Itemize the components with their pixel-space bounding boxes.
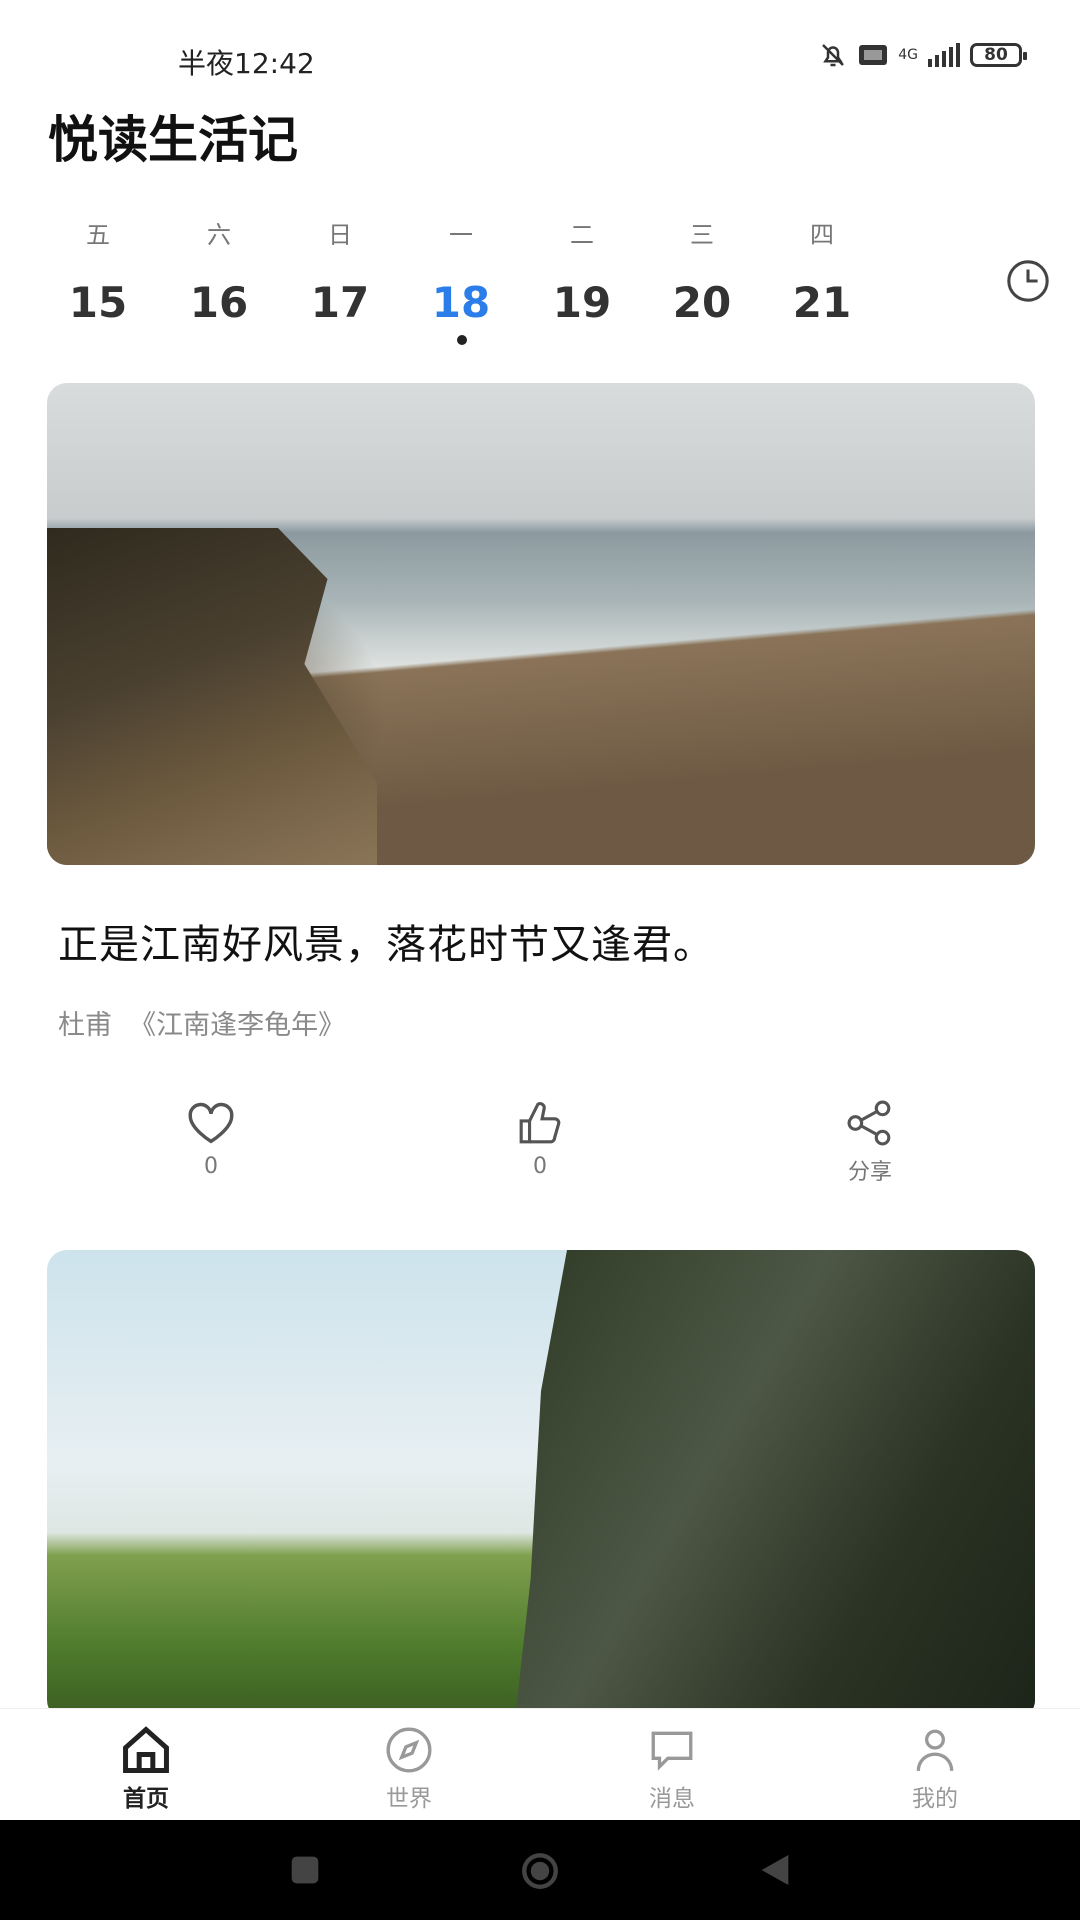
day-weekday: 三 [690, 221, 714, 249]
network-type: 4G [898, 47, 918, 63]
card-photo[interactable] [47, 383, 1035, 865]
day-weekday: 六 [207, 221, 231, 249]
day-weekday: 五 [86, 221, 110, 249]
status-icons: 4G 80 [818, 40, 1027, 70]
quote-text: 正是江南好风景，落花时节又逢君。 [58, 922, 714, 968]
compass-icon [386, 1727, 432, 1773]
recents-icon[interactable] [285, 1850, 325, 1890]
selected-day-indicator [457, 335, 467, 345]
nav-messages[interactable]: 消息 [612, 1725, 732, 1813]
battery-level: 80 [984, 45, 1008, 65]
status-time: 半夜12:42 [178, 47, 315, 80]
nav-label: 首页 [123, 1786, 169, 1812]
photo-rock-shape [515, 1250, 1035, 1720]
volte-icon [859, 45, 888, 65]
share-button[interactable]: 分享 [810, 1100, 930, 1186]
share-label: 分享 [847, 1160, 892, 1185]
user-icon [916, 1729, 954, 1771]
nav-profile[interactable]: 我的 [875, 1725, 995, 1813]
day-weekday: 四 [810, 221, 834, 249]
bottom-nav: 首页 世界 消息 我的 [0, 1708, 1080, 1821]
home-icon [123, 1726, 169, 1773]
share-icon [847, 1100, 891, 1146]
nav-label: 世界 [386, 1786, 432, 1812]
day-16[interactable]: 六 16 [169, 215, 269, 327]
app-title: 悦读生活记 [48, 111, 298, 169]
back-triangle-icon[interactable] [755, 1850, 795, 1890]
like-count: 0 [533, 1154, 547, 1179]
battery-icon: 80 [970, 43, 1027, 67]
favorite-count: 0 [204, 1154, 218, 1179]
day-weekday: 一 [449, 221, 473, 249]
day-18-selected[interactable]: 一 18 [411, 215, 511, 327]
favorite-button[interactable]: 0 [151, 1100, 271, 1179]
day-date: 18 [431, 278, 491, 327]
card-photo[interactable] [47, 1250, 1035, 1720]
clock-icon[interactable] [1005, 258, 1051, 304]
nav-label: 消息 [649, 1786, 695, 1812]
nav-world[interactable]: 世界 [349, 1725, 469, 1813]
photo-cliff-shape [47, 528, 377, 865]
nav-home[interactable]: 首页 [86, 1725, 206, 1813]
heart-icon [188, 1102, 234, 1144]
bell-muted-icon [822, 44, 845, 67]
system-nav-bar [0, 1820, 1080, 1920]
day-17[interactable]: 日 17 [290, 215, 390, 327]
quote-source: 杜甫 《江南逢李龟年》 [58, 1010, 346, 1041]
day-21[interactable]: 四 21 [772, 215, 872, 327]
thumbs-up-icon [519, 1102, 561, 1144]
chat-icon [651, 1731, 693, 1771]
day-date: 16 [189, 278, 249, 327]
day-date: 15 [68, 278, 128, 327]
day-date: 21 [792, 278, 852, 327]
like-button[interactable]: 0 [480, 1100, 600, 1179]
day-date: 20 [672, 278, 732, 327]
day-15[interactable]: 五 15 [48, 215, 148, 327]
signal-icon [928, 43, 960, 67]
day-20[interactable]: 三 20 [652, 215, 752, 327]
nav-label: 我的 [912, 1786, 958, 1812]
day-weekday: 日 [328, 221, 352, 249]
day-19[interactable]: 二 19 [532, 215, 632, 327]
day-weekday: 二 [570, 221, 594, 249]
day-date: 19 [552, 278, 612, 327]
day-date: 17 [310, 278, 370, 327]
home-circle-icon[interactable] [514, 1850, 566, 1892]
